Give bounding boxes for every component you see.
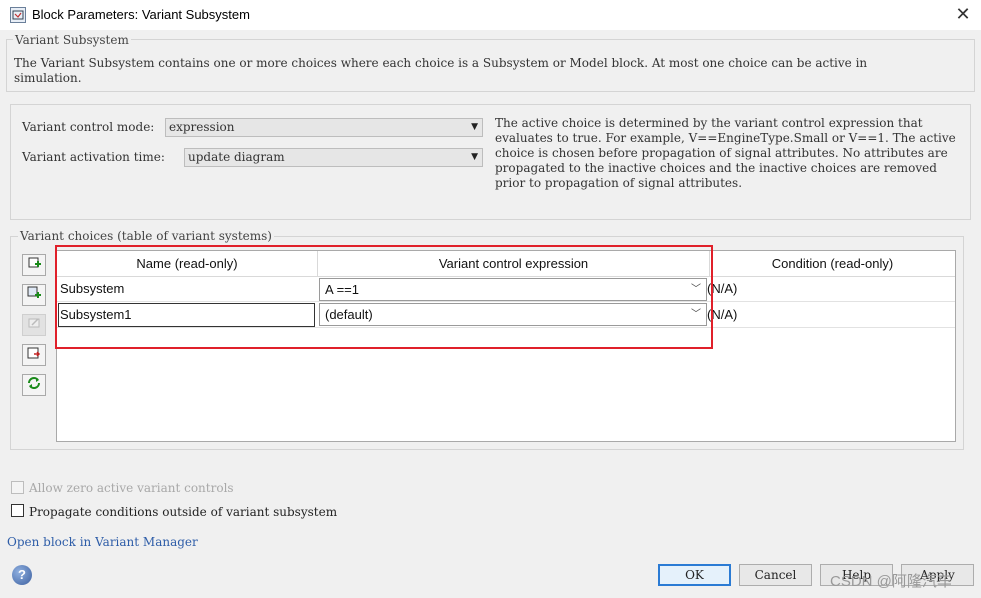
add-subsystem-icon [28,257,41,268]
edit-disabled-button [22,314,46,336]
close-icon[interactable]: ✕ [950,2,976,26]
refresh-button[interactable] [22,374,46,396]
block-parameters-icon [10,7,26,23]
ok-button[interactable]: OK [658,564,731,586]
watermark: CSDN @阿隆汽车 [830,573,952,590]
add-model-button[interactable] [22,284,46,306]
window-title: Block Parameters: Variant Subsystem [32,7,250,22]
control-mode-select[interactable]: expression ▼ [165,118,483,137]
edit-disabled-icon [28,318,40,328]
propagate-conditions-checkbox[interactable] [11,504,24,517]
cancel-button[interactable]: Cancel [739,564,812,586]
control-mode-value: expression [169,120,235,134]
control-mode-label: Variant control mode: [22,120,155,134]
highlight-annotation [55,245,713,349]
variant-choices-legend: Variant choices (table of variant system… [18,229,274,243]
chevron-down-icon: ▼ [471,122,478,132]
propagate-conditions-label[interactable]: Propagate conditions outside of variant … [29,505,337,519]
refresh-icon [28,377,40,389]
title-bar: Block Parameters: Variant Subsystem ✕ [0,0,981,30]
add-model-icon [27,286,41,298]
add-subsystem-button[interactable] [22,254,46,276]
allow-zero-label: Allow zero active variant controls [29,481,234,495]
allow-zero-checkbox [11,481,24,494]
help-icon[interactable]: ? [12,565,32,585]
description-legend: Variant Subsystem [13,33,131,47]
control-help-text: The active choice is determined by the v… [495,116,956,190]
activation-time-select[interactable]: update diagram ▼ [184,148,483,167]
open-block-icon [27,347,41,359]
activation-time-label: Variant activation time: [22,150,165,164]
description-text: The Variant Subsystem contains one or mo… [14,56,868,85]
chevron-down-icon: ▼ [471,152,478,162]
open-variant-manager-link[interactable]: Open block in Variant Manager [7,535,198,549]
open-block-button[interactable] [22,344,46,366]
activation-time-value: update diagram [188,150,285,164]
column-header-condition[interactable]: Condition (read-only) [710,251,955,277]
